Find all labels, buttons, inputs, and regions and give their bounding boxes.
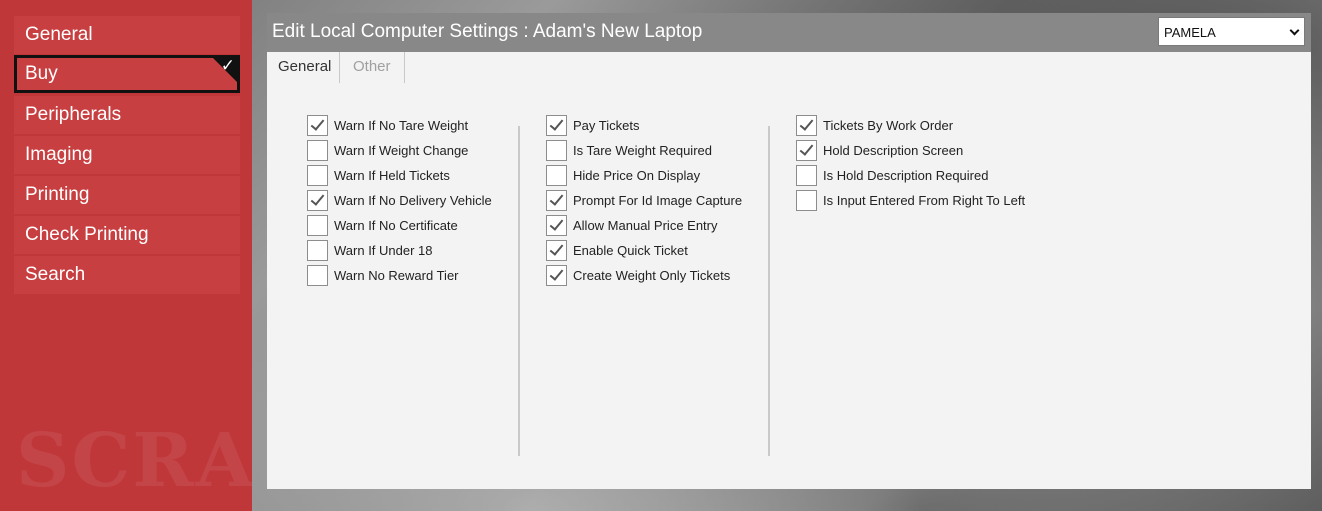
checkbox[interactable] bbox=[307, 115, 328, 136]
checkbox[interactable] bbox=[546, 115, 567, 136]
checkbox-label: Warn If Held Tickets bbox=[334, 168, 450, 183]
sidebar-item-label: Search bbox=[25, 264, 86, 285]
checkbox[interactable] bbox=[796, 165, 817, 186]
tab-general[interactable]: General bbox=[272, 52, 340, 83]
checkbox-row[interactable]: Tickets By Work Order bbox=[796, 113, 1025, 138]
sidebar-item-label: Check Printing bbox=[25, 224, 149, 245]
checkbox-row[interactable]: Allow Manual Price Entry bbox=[546, 213, 742, 238]
column-divider bbox=[768, 126, 770, 456]
checkbox-label: Is Input Entered From Right To Left bbox=[823, 193, 1026, 208]
sidebar: SCRAP General Buy ✓ Peripherals Imaging … bbox=[0, 0, 252, 511]
sidebar-item-buy[interactable]: Buy ✓ bbox=[14, 55, 240, 93]
checkbox[interactable] bbox=[546, 265, 567, 286]
checkbox-row[interactable]: Pay Tickets bbox=[546, 113, 742, 138]
check-icon bbox=[549, 216, 564, 231]
checkbox-label: Pay Tickets bbox=[573, 118, 640, 133]
checkbox-label: Hold Description Screen bbox=[823, 143, 964, 158]
checkbox-row[interactable]: Hide Price On Display bbox=[546, 163, 742, 188]
check-icon bbox=[549, 241, 564, 256]
checkbox-label: Create Weight Only Tickets bbox=[573, 268, 731, 283]
sidebar-item-label: General bbox=[25, 24, 93, 45]
settings-column-3: Tickets By Work Order Hold Description S… bbox=[796, 113, 1025, 213]
checkbox-label: Is Tare Weight Required bbox=[573, 143, 712, 158]
checkbox[interactable] bbox=[307, 165, 328, 186]
checkbox[interactable] bbox=[796, 140, 817, 161]
checkbox[interactable] bbox=[307, 190, 328, 211]
checkbox-label: Prompt For Id Image Capture bbox=[573, 193, 743, 208]
checkbox-row[interactable]: Warn If No Tare Weight bbox=[307, 113, 492, 138]
chevron-down-icon bbox=[1289, 25, 1300, 36]
checkbox[interactable] bbox=[307, 140, 328, 161]
checkbox-label: Allow Manual Price Entry bbox=[573, 218, 718, 233]
checkbox-label: Tickets By Work Order bbox=[823, 118, 954, 133]
checkbox-label: Warn If Under 18 bbox=[334, 243, 433, 258]
settings-panel: Edit Local Computer Settings : Adam's Ne… bbox=[267, 13, 1311, 489]
check-icon bbox=[549, 191, 564, 206]
sidebar-item-peripherals[interactable]: Peripherals bbox=[14, 96, 240, 134]
checkbox-row[interactable]: Is Tare Weight Required bbox=[546, 138, 742, 163]
sidebar-item-label: Buy bbox=[25, 63, 58, 84]
checkbox-row[interactable]: Warn If No Delivery Vehicle bbox=[307, 188, 492, 213]
checkbox[interactable] bbox=[546, 140, 567, 161]
checkbox-row[interactable]: Is Hold Description Required bbox=[796, 163, 1025, 188]
sidebar-item-printing[interactable]: Printing bbox=[14, 176, 240, 214]
watermark-logo: SCRAP bbox=[16, 418, 252, 504]
check-icon bbox=[799, 141, 814, 156]
checkbox-label: Warn If No Certificate bbox=[334, 218, 458, 233]
checkbox[interactable] bbox=[307, 240, 328, 261]
checkbox[interactable] bbox=[307, 265, 328, 286]
checkbox-label: Warn If Weight Change bbox=[334, 143, 469, 158]
sidebar-item-check-printing[interactable]: Check Printing bbox=[14, 216, 240, 254]
checkbox-row[interactable]: Warn If No Certificate bbox=[307, 213, 492, 238]
settings-column-1: Warn If No Tare Weight Warn If Weight Ch… bbox=[307, 113, 492, 288]
check-icon bbox=[310, 191, 325, 206]
checkbox[interactable] bbox=[546, 240, 567, 261]
checkbox-row[interactable]: Warn If Under 18 bbox=[307, 238, 492, 263]
sidebar-item-label: Imaging bbox=[25, 144, 93, 165]
check-icon bbox=[799, 116, 814, 131]
column-divider bbox=[518, 126, 520, 456]
settings-column-2: Pay Tickets Is Tare Weight Required Hide… bbox=[546, 113, 742, 288]
checkbox-row[interactable]: Warn No Reward Tier bbox=[307, 263, 492, 288]
checkbox[interactable] bbox=[307, 215, 328, 236]
checkbox-row[interactable]: Is Input Entered From Right To Left bbox=[796, 188, 1025, 213]
sidebar-item-imaging[interactable]: Imaging bbox=[14, 136, 240, 174]
checkbox-label: Warn No Reward Tier bbox=[334, 268, 459, 283]
panel-header: Edit Local Computer Settings : Adam's Ne… bbox=[267, 13, 1311, 52]
check-icon bbox=[549, 266, 564, 281]
sidebar-item-label: Printing bbox=[25, 184, 90, 205]
check-icon bbox=[310, 116, 325, 131]
checkbox[interactable] bbox=[546, 215, 567, 236]
checkbox-label: Warn If No Tare Weight bbox=[334, 118, 469, 133]
checkbox-row[interactable]: Warn If Held Tickets bbox=[307, 163, 492, 188]
checkbox-label: Is Hold Description Required bbox=[823, 168, 989, 183]
sidebar-item-general[interactable]: General bbox=[14, 16, 240, 54]
checkbox-row[interactable]: Enable Quick Ticket bbox=[546, 238, 742, 263]
checkbox-row[interactable]: Hold Description Screen bbox=[796, 138, 1025, 163]
checkbox[interactable] bbox=[796, 115, 817, 136]
check-icon: ✓ bbox=[220, 56, 235, 75]
checkbox-row[interactable]: Prompt For Id Image Capture bbox=[546, 188, 742, 213]
checkbox-label: Warn If No Delivery Vehicle bbox=[334, 193, 492, 208]
tab-other[interactable]: Other bbox=[341, 52, 405, 83]
checkbox[interactable] bbox=[546, 165, 567, 186]
checkbox-label: Enable Quick Ticket bbox=[573, 243, 688, 258]
page-title: Edit Local Computer Settings : Adam's Ne… bbox=[272, 21, 703, 42]
checkbox[interactable] bbox=[796, 190, 817, 211]
checkbox-label: Hide Price On Display bbox=[573, 168, 701, 183]
checkbox-row[interactable]: Warn If Weight Change bbox=[307, 138, 492, 163]
check-icon bbox=[549, 116, 564, 131]
sidebar-item-label: Peripherals bbox=[25, 104, 122, 125]
checkbox-row[interactable]: Create Weight Only Tickets bbox=[546, 263, 742, 288]
user-dropdown[interactable]: PAMELA bbox=[1158, 17, 1305, 46]
user-dropdown-value: PAMELA bbox=[1164, 25, 1216, 40]
checkbox[interactable] bbox=[546, 190, 567, 211]
sidebar-item-search[interactable]: Search bbox=[14, 256, 240, 294]
